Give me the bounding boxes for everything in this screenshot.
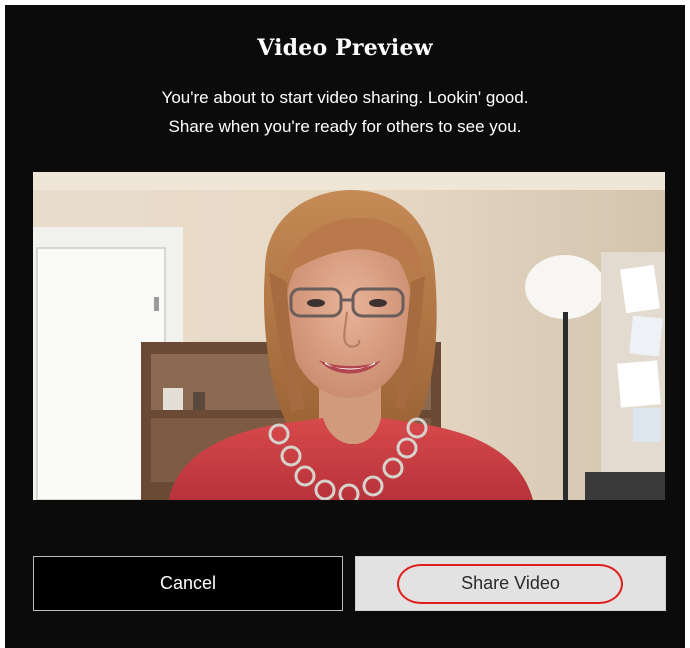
dialog-message-line-1: You're about to start video sharing. Loo… bbox=[161, 88, 529, 107]
share-video-button-label: Share Video bbox=[461, 573, 560, 593]
share-video-button[interactable]: Share Video bbox=[355, 556, 666, 611]
video-preview-feed bbox=[33, 172, 665, 500]
dialog-message: You're about to start video sharing. Loo… bbox=[5, 83, 685, 141]
webcam-frame-image bbox=[33, 172, 665, 500]
cancel-button[interactable]: Cancel bbox=[33, 556, 343, 611]
cancel-button-label: Cancel bbox=[159, 573, 217, 593]
dialog-title: Video Preview bbox=[257, 35, 433, 61]
dialog-message-line-2: Share when you're ready for others to se… bbox=[168, 117, 522, 136]
video-preview-dialog: Video Preview You're about to start vide… bbox=[5, 5, 685, 648]
